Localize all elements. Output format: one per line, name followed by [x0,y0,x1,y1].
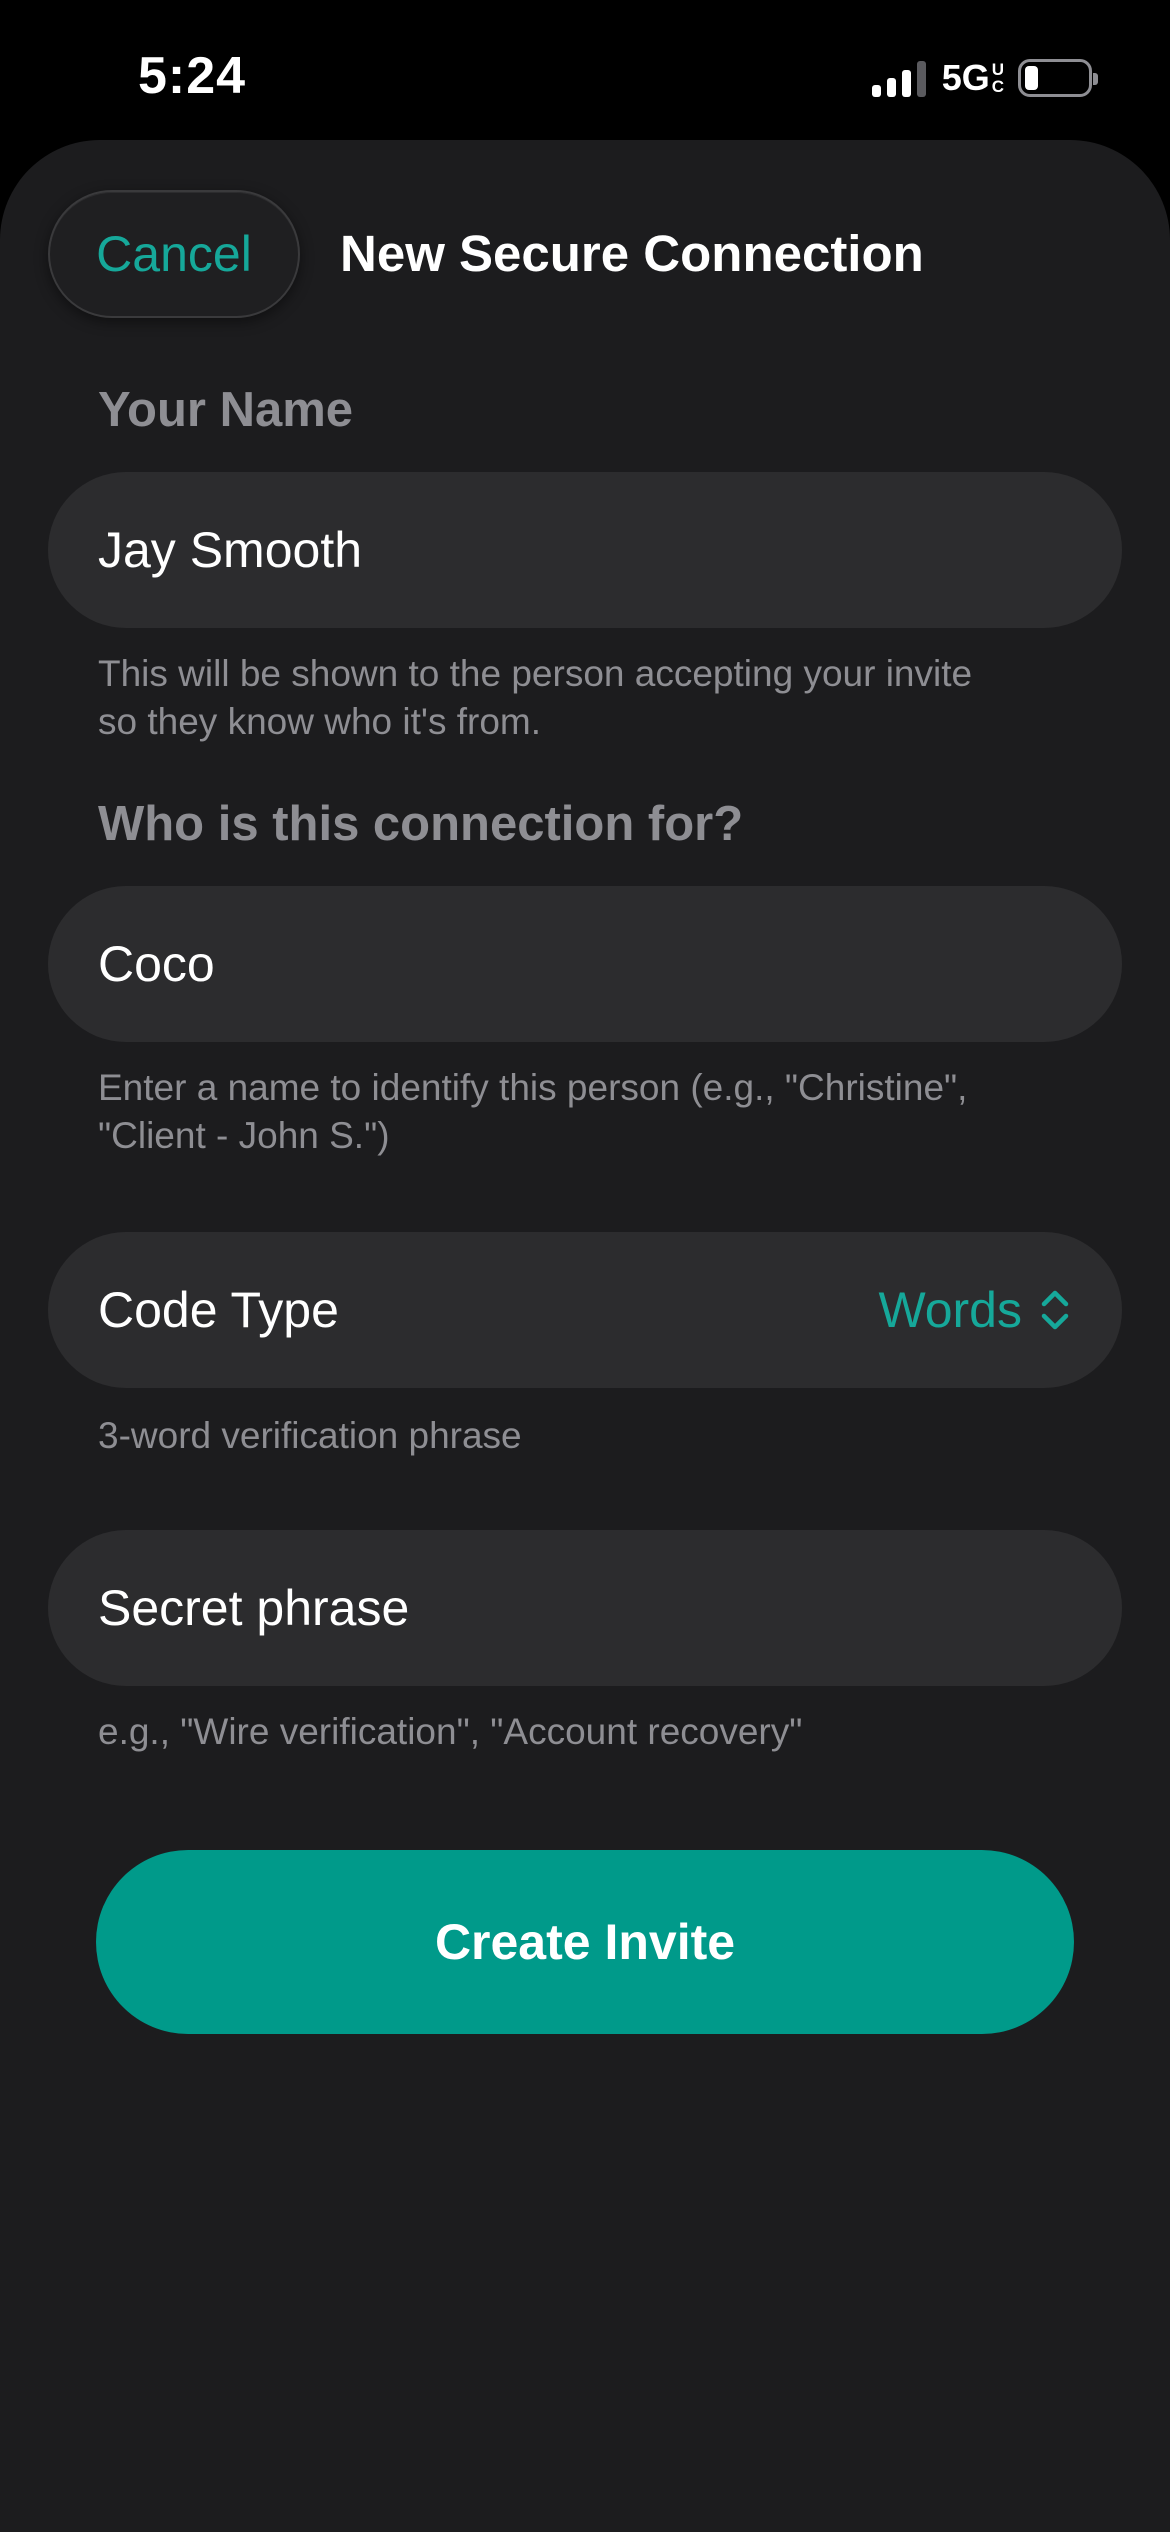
screen: 5:24 5G U C Cancel New Secure Connection… [0,0,1170,2532]
your-name-helper: This will be shown to the person accepti… [98,653,973,742]
recipient-label: Who is this connection for? [98,797,744,851]
recipient-field-container[interactable] [48,886,1122,1042]
cellular-signal-icon [871,59,926,97]
your-name-field-container[interactable] [48,472,1122,628]
code-type-picker[interactable]: Code Type Words [48,1232,1122,1388]
page-title: New Secure Connection [340,225,924,282]
status-indicators: 5G U C [871,54,1098,102]
secret-phrase-helper: e.g., "Wire verification", "Account reco… [98,1711,803,1752]
your-name-input[interactable] [98,521,1072,579]
code-type-value[interactable]: Words [878,1281,1072,1339]
code-type-label: Code Type [98,1282,339,1338]
secret-phrase-field-container[interactable] [48,1530,1122,1686]
cancel-button[interactable]: Cancel [48,190,300,318]
status-time: 5:24 [138,47,247,105]
create-invite-button[interactable]: Create Invite [96,1850,1074,2034]
chevron-up-down-icon [1041,1290,1069,1330]
battery-icon [1018,59,1098,97]
network-badge: U C [991,60,1004,96]
network-label: 5G [941,57,990,98]
secret-phrase-input[interactable] [98,1579,1072,1637]
your-name-label: Your Name [98,383,354,437]
recipient-input[interactable] [98,935,1072,993]
network-type: 5G U C [942,57,1004,99]
status-bar: 5:24 5G U C [0,0,1170,140]
code-type-helper: 3-word verification phrase [98,1415,522,1456]
recipient-helper: Enter a name to identify this person (e.… [98,1067,968,1156]
